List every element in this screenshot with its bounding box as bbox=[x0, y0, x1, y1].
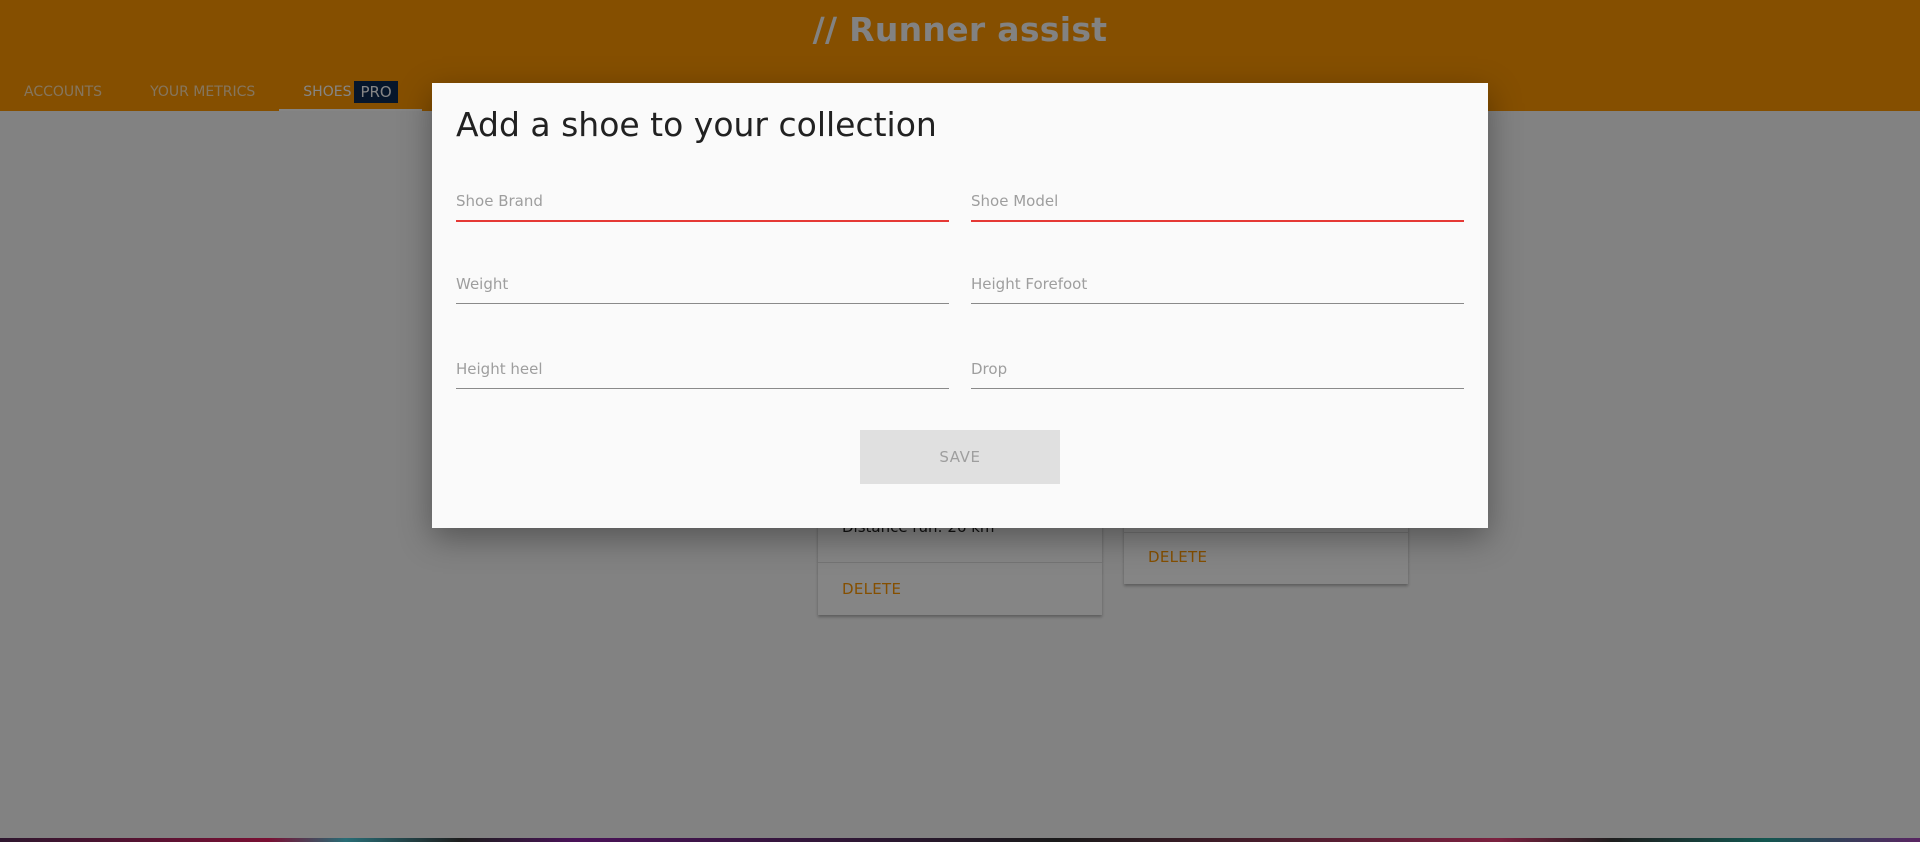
height-heel-field bbox=[456, 349, 949, 389]
height-heel-input[interactable] bbox=[456, 349, 949, 388]
save-button[interactable]: SAVE bbox=[860, 430, 1060, 484]
drop-input[interactable] bbox=[971, 349, 1464, 388]
weight-input[interactable] bbox=[456, 264, 949, 303]
height-forefoot-field bbox=[971, 264, 1464, 304]
shoe-brand-input[interactable] bbox=[456, 182, 949, 220]
dialog-title: Add a shoe to your collection bbox=[456, 105, 937, 144]
drop-field bbox=[971, 349, 1464, 389]
shoe-model-input[interactable] bbox=[971, 182, 1464, 220]
add-shoe-dialog: Add a shoe to your collection SAVE bbox=[432, 83, 1488, 528]
weight-field bbox=[456, 264, 949, 304]
shoe-brand-field bbox=[456, 182, 949, 222]
shoe-model-field bbox=[971, 182, 1464, 222]
height-forefoot-input[interactable] bbox=[971, 264, 1464, 303]
